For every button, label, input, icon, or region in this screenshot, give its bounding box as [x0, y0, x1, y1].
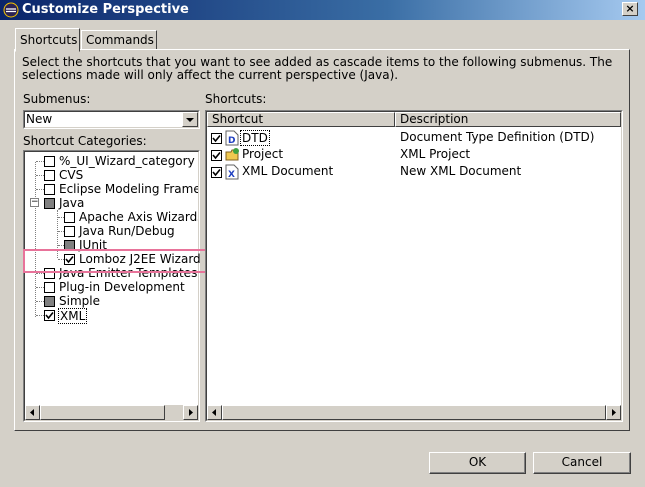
checkbox-checked[interactable] — [44, 310, 55, 321]
category-item[interactable]: %_UI_Wizard_category — [59, 154, 195, 168]
collapse-toggle[interactable]: − — [30, 198, 39, 207]
cancel-button[interactable]: Cancel — [533, 452, 631, 474]
shortcut-description: Document Type Definition (DTD) — [400, 130, 595, 144]
checkbox-checked[interactable] — [211, 150, 222, 161]
scroll-thumb[interactable] — [40, 405, 165, 420]
tree-connector — [35, 162, 36, 317]
svg-text:D: D — [228, 136, 235, 146]
checkbox[interactable] — [64, 212, 75, 223]
description: Select the shortcuts that you want to se… — [22, 56, 622, 82]
xml-file-icon: X — [225, 164, 239, 183]
tree-connector — [36, 273, 44, 274]
tab-shortcuts-label: Shortcuts — [20, 33, 78, 47]
minus-icon: − — [31, 197, 39, 207]
category-item[interactable]: Plug-in Development — [59, 280, 185, 294]
checkbox-checked[interactable] — [211, 167, 222, 178]
category-item[interactable]: Eclipse Modeling Frame — [59, 182, 198, 196]
shortcut-description: XML Project — [400, 147, 471, 161]
checkmark-icon — [212, 151, 221, 160]
category-item[interactable]: Apache Axis Wizards — [79, 210, 198, 224]
scroll-left-button[interactable] — [25, 405, 40, 420]
category-item[interactable]: Simple — [59, 294, 100, 308]
scroll-thumb[interactable] — [222, 405, 606, 420]
arrow-right-icon — [612, 409, 616, 416]
checkbox[interactable] — [44, 170, 55, 181]
scroll-right-button[interactable] — [183, 405, 198, 420]
shortcut-name[interactable]: DTD — [240, 130, 270, 146]
column-header-description[interactable]: Description — [395, 112, 621, 127]
window-title: Customize Perspective — [22, 2, 189, 17]
checkmark-icon — [212, 134, 221, 143]
category-item-selected[interactable]: XML — [58, 308, 88, 324]
eclipse-icon — [3, 2, 19, 18]
checkmark-icon — [212, 168, 221, 177]
description-line-2: selections made will only affect the cur… — [22, 68, 399, 82]
shortcuts-label: Shortcuts: — [205, 92, 267, 106]
column-header-shortcut[interactable]: Shortcut — [207, 112, 395, 127]
scroll-right-button[interactable] — [606, 405, 621, 420]
tree-connector — [36, 301, 44, 302]
svg-text:X: X — [228, 170, 235, 180]
chevron-down-icon — [186, 118, 194, 122]
tab-commands-label: Commands — [86, 33, 154, 47]
checkbox[interactable] — [44, 282, 55, 293]
category-item[interactable]: Java Run/Debug — [79, 224, 175, 238]
close-icon: × — [625, 2, 635, 15]
checkbox-grayed[interactable] — [44, 198, 55, 209]
checkbox-checked[interactable] — [211, 133, 222, 144]
submenus-dropdown-button[interactable] — [182, 112, 198, 127]
submenus-selected: New — [26, 112, 53, 126]
highlight-box — [23, 249, 215, 273]
category-item[interactable]: Java — [59, 196, 84, 210]
tree-connector — [36, 189, 44, 190]
tree-connector — [36, 175, 44, 176]
checkbox[interactable] — [44, 184, 55, 195]
arrow-left-icon — [212, 409, 216, 416]
arrow-right-icon — [189, 409, 193, 416]
tree-connector — [36, 315, 44, 316]
category-item[interactable]: CVS — [59, 168, 83, 182]
submenus-label: Submenus: — [23, 92, 91, 106]
tree-connector — [36, 287, 44, 288]
ok-button[interactable]: OK — [429, 452, 526, 474]
tree-connector — [36, 161, 44, 162]
tab-shortcuts[interactable]: Shortcuts — [15, 28, 80, 52]
project-folder-icon — [225, 147, 240, 165]
categories-label: Shortcut Categories: — [23, 134, 147, 148]
shortcut-name[interactable]: XML Document — [242, 164, 333, 178]
scroll-left-button[interactable] — [207, 405, 222, 420]
close-button[interactable]: × — [622, 2, 638, 16]
checkbox[interactable] — [44, 156, 55, 167]
shortcut-description: New XML Document — [400, 164, 522, 178]
tab-commands[interactable]: Commands — [81, 30, 157, 50]
checkbox[interactable] — [64, 226, 75, 237]
checkbox-grayed[interactable] — [44, 296, 55, 307]
checkmark-icon — [45, 311, 54, 320]
arrow-left-icon — [30, 409, 34, 416]
shortcut-name[interactable]: Project — [242, 147, 283, 161]
